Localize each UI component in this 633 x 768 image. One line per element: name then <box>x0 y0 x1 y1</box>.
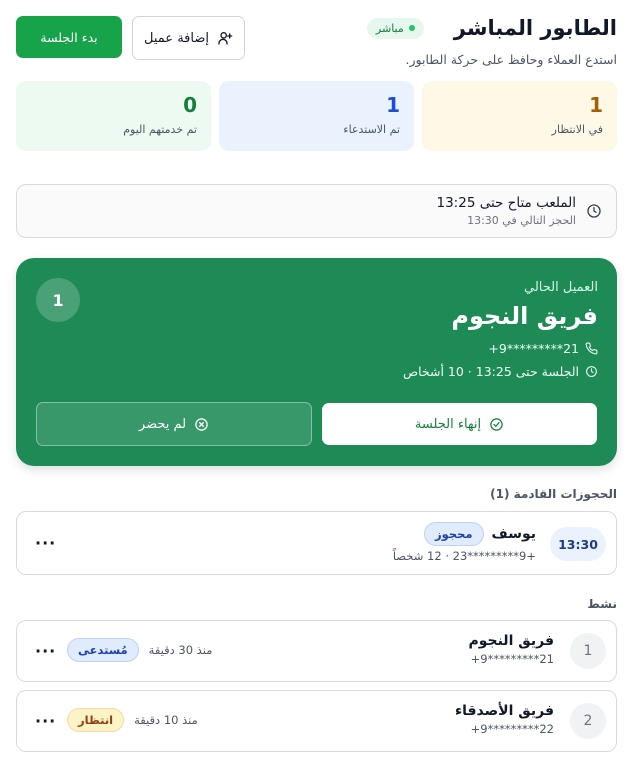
user-plus-icon <box>217 30 233 46</box>
start-session-button[interactable]: بدء الجلسة <box>16 16 122 58</box>
current-customer-phone-text: +9*********21 <box>488 341 579 356</box>
queue-position: 1 <box>570 633 606 669</box>
end-session-label: إنهاء الجلسة <box>414 416 482 432</box>
current-customer-phone: +9*********21 <box>488 341 598 356</box>
queue-row-info: فريق الأصدقاء +9*********22 <box>455 703 554 736</box>
availability-text: الملعب متاح حتى 13:25 الحجز التالي في 13… <box>437 195 577 227</box>
more-options-icon[interactable]: ··· <box>35 642 56 661</box>
live-badge-label: مباشر <box>375 21 404 35</box>
stat-waiting-value: 1 <box>589 93 603 117</box>
x-circle-icon <box>194 417 209 432</box>
booking-info: يوسف محجوز +9*********23 · 12 شخصاً <box>393 522 536 563</box>
availability-line-2: الحجز التالي في 13:30 <box>467 214 576 227</box>
status-badge-booked: محجوز <box>423 522 484 546</box>
status-badge-waiting: انتظار <box>67 708 125 732</box>
add-customer-label: إضافة عميل <box>144 30 209 46</box>
header-actions: بدء الجلسة إضافة عميل <box>16 16 245 60</box>
stat-called-label: تم الاستدعاء <box>343 123 400 136</box>
queue-row-status: منذ 10 دقيقة انتظار <box>67 708 198 732</box>
queue-position: 2 <box>570 703 606 739</box>
add-customer-button[interactable]: إضافة عميل <box>132 16 245 60</box>
active-heading: نشط <box>587 597 617 611</box>
page-subtitle: استدع العملاء وحافظ على حركة الطابور. <box>405 52 617 67</box>
upcoming-booking-row[interactable]: 13:30 يوسف محجوز +9*********23 · 12 شخصا… <box>16 511 617 575</box>
stat-waiting-label: في الانتظار <box>551 123 603 136</box>
no-show-button[interactable]: لم يحضر <box>36 402 312 446</box>
title-row: الطابور المباشر مباشر <box>366 16 617 40</box>
booking-sub: +9*********23 · 12 شخصاً <box>392 549 536 563</box>
page-title: الطابور المباشر <box>453 16 617 40</box>
live-badge: مباشر <box>366 17 424 39</box>
stat-served: 0 تم خدمتهم اليوم <box>16 81 211 151</box>
stat-waiting: 1 في الانتظار <box>422 81 617 151</box>
current-customer-label: العميل الحالي <box>524 280 598 295</box>
queue-row-name: فريق النجوم <box>468 633 554 649</box>
stat-served-value: 0 <box>183 93 197 117</box>
current-queue-number: 1 <box>36 278 80 322</box>
stats-row: 1 في الانتظار 1 تم الاستدعاء 0 تم خدمتهم… <box>16 81 617 151</box>
booking-time-pill: 13:30 <box>550 527 606 561</box>
stat-served-label: تم خدمتهم اليوم <box>123 123 197 136</box>
more-options-icon[interactable]: ··· <box>35 712 56 731</box>
queue-row-since: منذ 10 دقيقة <box>134 713 198 727</box>
stat-called-value: 1 <box>386 93 400 117</box>
queue-row[interactable]: 1 فريق النجوم +9*********21 منذ 30 دقيقة… <box>16 620 617 682</box>
queue-row-since: منذ 30 دقيقة <box>148 643 213 657</box>
queue-row-status: منذ 30 دقيقة مُستدعى <box>67 638 212 662</box>
phone-icon <box>585 342 598 355</box>
current-customer-name: فريق النجوم <box>451 302 598 330</box>
availability-banner: الملعب متاح حتى 13:25 الحجز التالي في 13… <box>16 184 617 238</box>
queue-row-phone: +9*********21 <box>470 652 554 666</box>
current-customer-card: العميل الحالي فريق النجوم +9*********21 … <box>16 258 617 466</box>
availability-line-1: الملعب متاح حتى 13:25 <box>436 195 577 211</box>
current-session-text: الجلسة حتى 13:25 · 10 أشخاص <box>403 364 579 379</box>
status-badge-called: مُستدعى <box>67 638 139 662</box>
live-queue-page: الطابور المباشر مباشر استدع العملاء وحاف… <box>0 0 633 768</box>
check-circle-icon <box>489 417 504 432</box>
live-dot-icon <box>408 25 415 31</box>
stat-called: 1 تم الاستدعاء <box>219 81 414 151</box>
upcoming-heading: الحجوزات القادمة (1) <box>490 487 617 501</box>
header: الطابور المباشر مباشر استدع العملاء وحاف… <box>16 14 617 74</box>
queue-row-name: فريق الأصدقاء <box>454 703 554 719</box>
booking-title-line: يوسف محجوز <box>393 522 536 546</box>
more-options-icon[interactable]: ··· <box>35 534 56 553</box>
no-show-label: لم يحضر <box>138 416 187 432</box>
queue-row[interactable]: 2 فريق الأصدقاء +9*********22 منذ 10 دقي… <box>16 690 617 752</box>
queue-row-phone: +9*********22 <box>470 722 554 736</box>
booking-name: يوسف <box>491 526 536 542</box>
queue-row-info: فريق النجوم +9*********21 <box>468 633 554 666</box>
start-session-label: بدء الجلسة <box>40 29 98 45</box>
end-session-button[interactable]: إنهاء الجلسة <box>322 403 597 445</box>
clock-icon <box>585 365 598 378</box>
current-session-info: الجلسة حتى 13:25 · 10 أشخاص <box>403 364 598 379</box>
clock-icon <box>586 203 602 219</box>
